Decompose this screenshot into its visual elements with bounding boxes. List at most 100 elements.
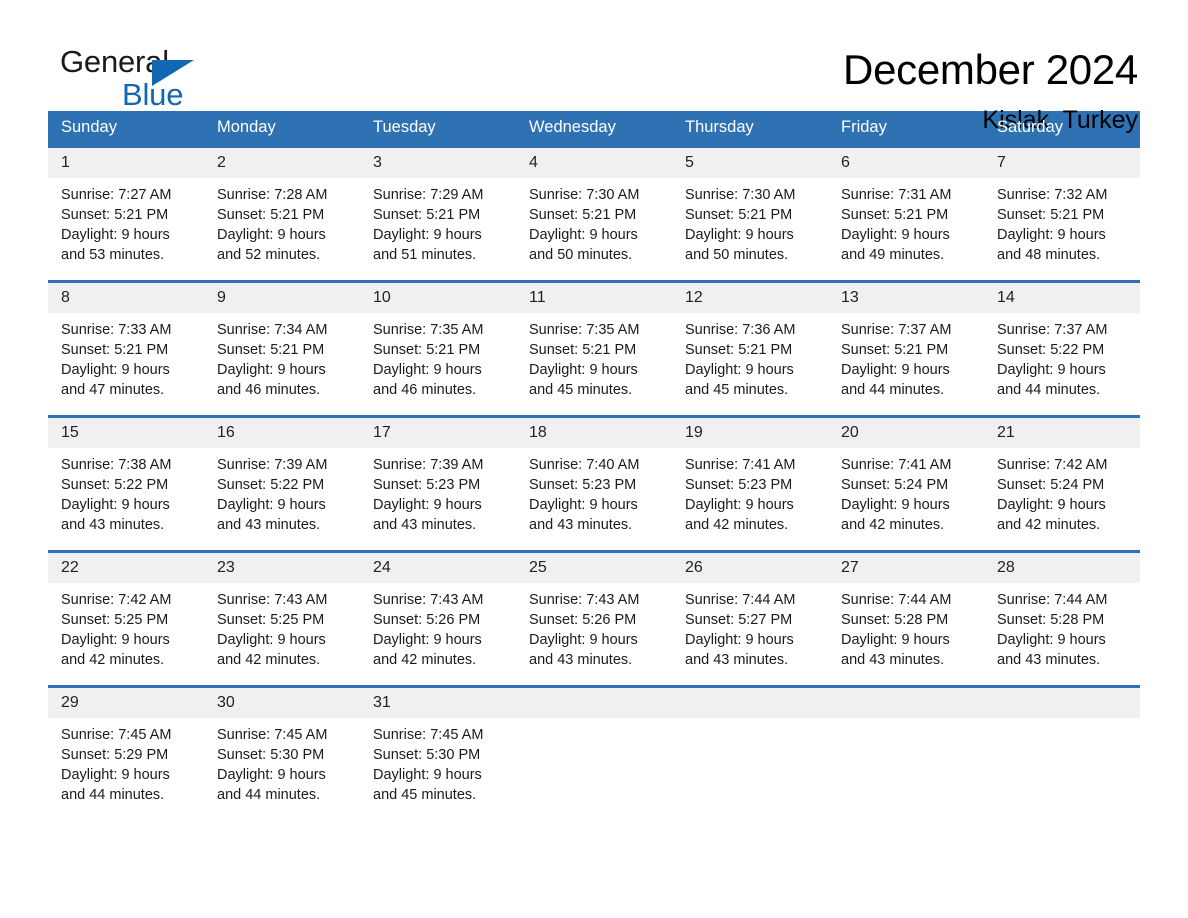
day-details: Sunrise: 7:35 AM Sunset: 5:21 PM Dayligh… (516, 313, 672, 400)
sunset-text: Sunset: 5:26 PM (373, 612, 481, 628)
day-cell[interactable]: 30 Sunrise: 7:45 AM Sunset: 5:30 PM Dayl… (204, 685, 360, 822)
daylight-text-line1: Daylight: 9 hours (373, 632, 482, 648)
sunrise-sunset-calendar-table: Sunday Monday Tuesday Wednesday Thursday… (48, 111, 1140, 822)
daylight-text-line2: and 46 minutes. (373, 382, 477, 398)
day-cell[interactable]: 7 Sunrise: 7:32 AM Sunset: 5:21 PM Dayli… (984, 145, 1140, 282)
daylight-text-line2: and 51 minutes. (373, 247, 477, 263)
daylight-text-line2: and 46 minutes. (217, 382, 321, 398)
daylight-text-line1: Daylight: 9 hours (685, 362, 794, 378)
daylight-text-line1: Daylight: 9 hours (685, 632, 794, 648)
day-details: Sunrise: 7:45 AM Sunset: 5:30 PM Dayligh… (204, 718, 360, 805)
daylight-text-line1: Daylight: 9 hours (841, 497, 950, 513)
day-cell[interactable]: 3 Sunrise: 7:29 AM Sunset: 5:21 PM Dayli… (360, 145, 516, 282)
day-cell[interactable]: 31 Sunrise: 7:45 AM Sunset: 5:30 PM Dayl… (360, 685, 516, 822)
day-cell[interactable]: 21 Sunrise: 7:42 AM Sunset: 5:24 PM Dayl… (984, 415, 1140, 552)
sunrise-text: Sunrise: 7:41 AM (685, 457, 796, 473)
day-cell[interactable]: 12 Sunrise: 7:36 AM Sunset: 5:21 PM Dayl… (672, 280, 828, 417)
sunrise-text: Sunrise: 7:31 AM (841, 187, 952, 203)
sunrise-text: Sunrise: 7:27 AM (61, 187, 172, 203)
daylight-text-line1: Daylight: 9 hours (841, 227, 950, 243)
calendar-body: 1 Sunrise: 7:27 AM Sunset: 5:21 PM Dayli… (48, 145, 1140, 822)
day-details: Sunrise: 7:32 AM Sunset: 5:21 PM Dayligh… (984, 178, 1140, 265)
day-number: 25 (516, 553, 672, 583)
general-blue-logo[interactable]: General Blue (48, 45, 248, 125)
sunset-text: Sunset: 5:21 PM (685, 207, 793, 223)
day-cell[interactable]: 23 Sunrise: 7:43 AM Sunset: 5:25 PM Dayl… (204, 550, 360, 687)
sunrise-text: Sunrise: 7:29 AM (373, 187, 484, 203)
day-cell[interactable]: 19 Sunrise: 7:41 AM Sunset: 5:23 PM Dayl… (672, 415, 828, 552)
daylight-text-line1: Daylight: 9 hours (61, 362, 170, 378)
daylight-text-line2: and 48 minutes. (997, 247, 1101, 263)
day-cell[interactable]: 20 Sunrise: 7:41 AM Sunset: 5:24 PM Dayl… (828, 415, 984, 552)
day-cell[interactable]: 16 Sunrise: 7:39 AM Sunset: 5:22 PM Dayl… (204, 415, 360, 552)
day-number: 27 (828, 553, 984, 583)
daylight-text-line1: Daylight: 9 hours (217, 632, 326, 648)
sunset-text: Sunset: 5:27 PM (685, 612, 793, 628)
daylight-text-line2: and 42 minutes. (841, 517, 945, 533)
daylight-text-line2: and 52 minutes. (217, 247, 321, 263)
sunrise-text: Sunrise: 7:45 AM (373, 727, 484, 743)
day-cell[interactable]: 25 Sunrise: 7:43 AM Sunset: 5:26 PM Dayl… (516, 550, 672, 687)
day-number: 19 (672, 418, 828, 448)
day-cell[interactable]: 13 Sunrise: 7:37 AM Sunset: 5:21 PM Dayl… (828, 280, 984, 417)
daylight-text-line1: Daylight: 9 hours (373, 362, 482, 378)
daylight-text-line1: Daylight: 9 hours (529, 362, 638, 378)
day-cell[interactable]: 2 Sunrise: 7:28 AM Sunset: 5:21 PM Dayli… (204, 145, 360, 282)
sunset-text: Sunset: 5:21 PM (217, 207, 325, 223)
day-number (672, 688, 828, 718)
sunset-text: Sunset: 5:24 PM (841, 477, 949, 493)
daylight-text-line2: and 43 minutes. (529, 517, 633, 533)
day-number: 15 (48, 418, 204, 448)
sunset-text: Sunset: 5:21 PM (997, 207, 1105, 223)
day-cell[interactable]: 29 Sunrise: 7:45 AM Sunset: 5:29 PM Dayl… (48, 685, 204, 822)
sunrise-text: Sunrise: 7:34 AM (217, 322, 328, 338)
calendar-week-row: 29 Sunrise: 7:45 AM Sunset: 5:29 PM Dayl… (48, 685, 1140, 822)
sunset-text: Sunset: 5:21 PM (841, 207, 949, 223)
daylight-text-line2: and 50 minutes. (529, 247, 633, 263)
day-number: 12 (672, 283, 828, 313)
day-details: Sunrise: 7:39 AM Sunset: 5:22 PM Dayligh… (204, 448, 360, 535)
daylight-text-line1: Daylight: 9 hours (217, 362, 326, 378)
sunset-text: Sunset: 5:28 PM (997, 612, 1105, 628)
sunrise-text: Sunrise: 7:43 AM (529, 592, 640, 608)
day-cell[interactable]: 24 Sunrise: 7:43 AM Sunset: 5:26 PM Dayl… (360, 550, 516, 687)
day-cell[interactable]: 27 Sunrise: 7:44 AM Sunset: 5:28 PM Dayl… (828, 550, 984, 687)
day-cell[interactable]: 15 Sunrise: 7:38 AM Sunset: 5:22 PM Dayl… (48, 415, 204, 552)
daylight-text-line2: and 53 minutes. (61, 247, 165, 263)
sunrise-text: Sunrise: 7:35 AM (529, 322, 640, 338)
daylight-text-line1: Daylight: 9 hours (217, 227, 326, 243)
day-cell[interactable]: 8 Sunrise: 7:33 AM Sunset: 5:21 PM Dayli… (48, 280, 204, 417)
day-cell[interactable]: 10 Sunrise: 7:35 AM Sunset: 5:21 PM Dayl… (360, 280, 516, 417)
daylight-text-line1: Daylight: 9 hours (997, 227, 1106, 243)
day-cell[interactable]: 11 Sunrise: 7:35 AM Sunset: 5:21 PM Dayl… (516, 280, 672, 417)
day-cell[interactable]: 4 Sunrise: 7:30 AM Sunset: 5:21 PM Dayli… (516, 145, 672, 282)
day-cell[interactable]: 22 Sunrise: 7:42 AM Sunset: 5:25 PM Dayl… (48, 550, 204, 687)
day-cell[interactable]: 17 Sunrise: 7:39 AM Sunset: 5:23 PM Dayl… (360, 415, 516, 552)
day-cell[interactable]: 9 Sunrise: 7:34 AM Sunset: 5:21 PM Dayli… (204, 280, 360, 417)
day-cell[interactable]: 6 Sunrise: 7:31 AM Sunset: 5:21 PM Dayli… (828, 145, 984, 282)
day-number: 26 (672, 553, 828, 583)
day-details: Sunrise: 7:28 AM Sunset: 5:21 PM Dayligh… (204, 178, 360, 265)
weekday-header-wednesday: Wednesday (516, 111, 672, 147)
day-cell[interactable]: 18 Sunrise: 7:40 AM Sunset: 5:23 PM Dayl… (516, 415, 672, 552)
daylight-text-line1: Daylight: 9 hours (217, 497, 326, 513)
day-cell[interactable]: 14 Sunrise: 7:37 AM Sunset: 5:22 PM Dayl… (984, 280, 1140, 417)
sunset-text: Sunset: 5:26 PM (529, 612, 637, 628)
day-cell-empty (516, 685, 672, 822)
day-cell[interactable]: 26 Sunrise: 7:44 AM Sunset: 5:27 PM Dayl… (672, 550, 828, 687)
sunrise-text: Sunrise: 7:45 AM (217, 727, 328, 743)
day-number: 6 (828, 148, 984, 178)
daylight-text-line1: Daylight: 9 hours (529, 497, 638, 513)
day-cell[interactable]: 1 Sunrise: 7:27 AM Sunset: 5:21 PM Dayli… (48, 145, 204, 282)
sunrise-text: Sunrise: 7:39 AM (217, 457, 328, 473)
daylight-text-line2: and 43 minutes. (61, 517, 165, 533)
day-number: 14 (984, 283, 1140, 313)
daylight-text-line1: Daylight: 9 hours (685, 497, 794, 513)
daylight-text-line1: Daylight: 9 hours (373, 767, 482, 783)
day-number: 7 (984, 148, 1140, 178)
sunset-text: Sunset: 5:29 PM (61, 747, 169, 763)
day-details: Sunrise: 7:44 AM Sunset: 5:28 PM Dayligh… (984, 583, 1140, 670)
day-number: 13 (828, 283, 984, 313)
day-cell[interactable]: 5 Sunrise: 7:30 AM Sunset: 5:21 PM Dayli… (672, 145, 828, 282)
day-cell[interactable]: 28 Sunrise: 7:44 AM Sunset: 5:28 PM Dayl… (984, 550, 1140, 687)
